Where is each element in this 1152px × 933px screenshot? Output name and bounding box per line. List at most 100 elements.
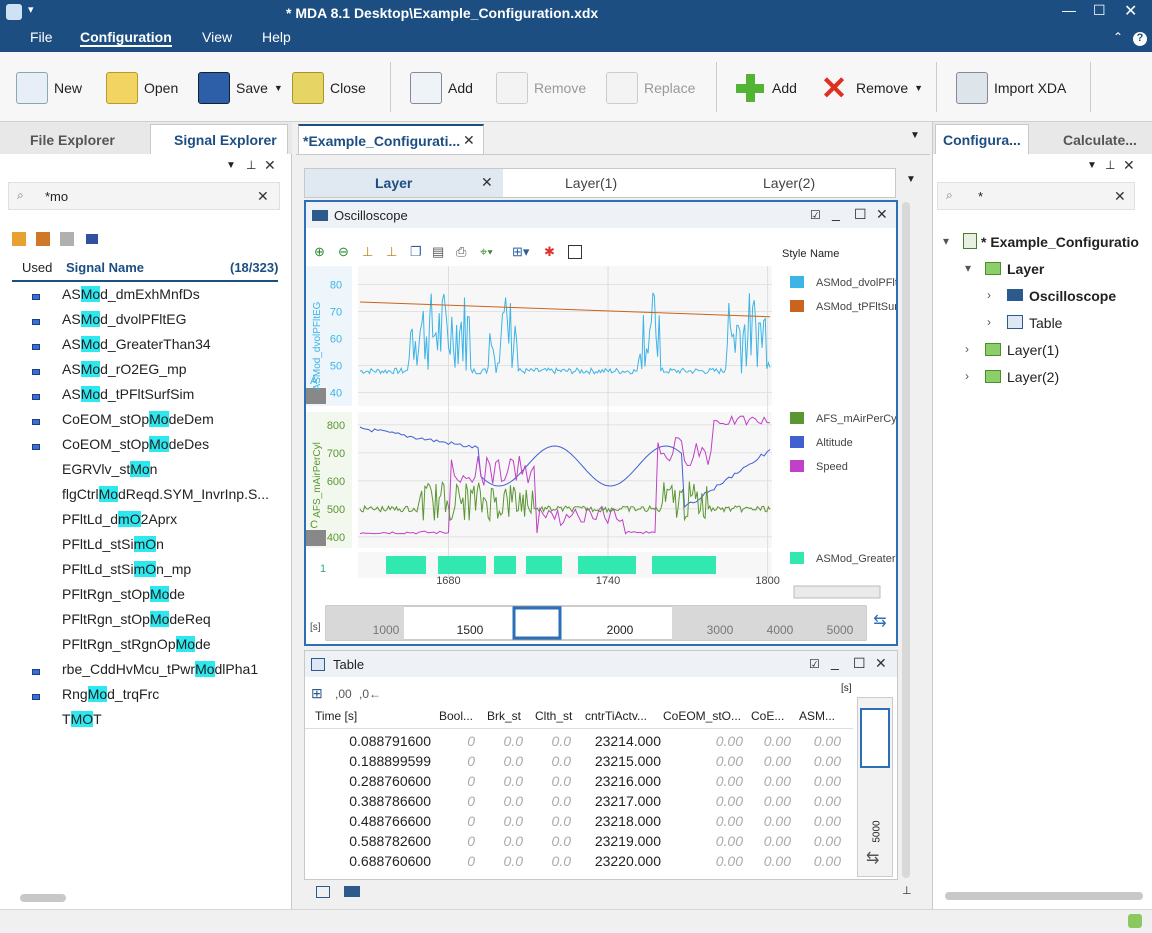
signal-item[interactable]: EGRVlv_stMon [62, 461, 157, 477]
th-clth[interactable]: Clth_st [535, 709, 572, 723]
collapse-icon[interactable]: ▾ [943, 234, 949, 248]
collapse-ribbon-icon[interactable]: ⌃ [1113, 30, 1123, 44]
th-time[interactable]: Time [s] [315, 709, 357, 723]
oscilloscope-plot[interactable]: ACASMod_dvolPFltEGAFS_mAirPerCyl80706050… [306, 266, 896, 646]
collapse-icon[interactable]: ▾ [965, 261, 971, 275]
signal-item[interactable]: PFltRgn_stRgnOpMode [62, 636, 211, 652]
expand-icon[interactable]: › [987, 288, 991, 302]
sync-arrows-icon[interactable]: ⇆ [866, 848, 879, 868]
doc-menu-icon[interactable]: ▼ [910, 130, 920, 141]
search-input[interactable]: *mo [45, 189, 68, 204]
filter-unused-icon[interactable] [36, 232, 50, 246]
layout-icon[interactable]: ⊞▾ [512, 244, 529, 260]
save-button[interactable]: Save ▼ [198, 66, 283, 110]
tree-layer[interactable]: Layer [1007, 261, 1044, 277]
tree-layer2[interactable]: Layer(2) [1007, 369, 1059, 385]
signal-item[interactable]: PFltLd_stSimOn [62, 536, 164, 552]
menu-help[interactable]: Help [262, 29, 291, 45]
cursor-icon[interactable]: ⌖▾ [480, 244, 493, 260]
checklist-icon[interactable]: ☑ [809, 657, 820, 671]
menu-view[interactable]: View [202, 29, 232, 45]
filter-icon[interactable] [60, 232, 74, 246]
copy-icon[interactable]: ❐ [410, 244, 422, 260]
menu-configuration[interactable]: Configuration [80, 29, 172, 47]
tab-signal-explorer[interactable]: Signal Explorer [174, 132, 277, 148]
menu-file[interactable]: File [30, 29, 53, 45]
table-row[interactable]: 0.488766600 0 0.0 0.0 23218.000 0.00 0.00 0.00 [305, 811, 855, 831]
tree-oscilloscope[interactable]: Oscilloscope [1029, 288, 1116, 304]
signal-item[interactable]: PFltRgn_stOpMode [62, 586, 185, 602]
export-icon[interactable]: ▤ [432, 244, 444, 260]
signal-item[interactable]: ASMod_GreaterThan34 [62, 336, 211, 352]
tree-table[interactable]: Table [1029, 315, 1062, 331]
axis-x-icon[interactable]: ⊥ [386, 244, 397, 260]
expand-icon[interactable]: › [965, 369, 969, 383]
settings-gear-icon[interactable]: ✱ [544, 244, 555, 260]
th-coe[interactable]: CoE... [751, 709, 784, 723]
time-slider-thumb[interactable] [860, 708, 890, 768]
quick-access-icon[interactable]: ▾ [28, 3, 34, 16]
signal-item[interactable]: rbe_CddHvMcu_tPwrModlPha1 [62, 661, 258, 677]
add-signal-button[interactable]: Add [734, 66, 797, 110]
horizontal-scrollbar[interactable] [20, 894, 66, 902]
signal-item[interactable]: ASMod_dmExhMnfDs [62, 286, 200, 302]
vertical-scrollbar[interactable] [902, 202, 910, 878]
config-search-box[interactable]: ⌕ * ✕ [937, 182, 1135, 210]
th-asm[interactable]: ASM... [799, 709, 835, 723]
signal-item[interactable]: ASMod_tPFltSurfSim [62, 386, 194, 402]
close-panel-icon[interactable]: ✕ [264, 157, 276, 174]
minimize-icon[interactable]: _ [831, 654, 839, 670]
signal-item[interactable]: flgCtrlModReqd.SYM_InvrInp.S... [62, 486, 269, 502]
horizontal-scrollbar[interactable] [945, 892, 1143, 900]
col-used[interactable]: Used [22, 260, 52, 275]
signal-item[interactable]: TMOT [62, 711, 102, 727]
th-bool[interactable]: Bool... [439, 709, 473, 723]
table-row[interactable]: 0.088791600 0 0.0 0.0 23214.000 0.00 0.00 0.00 [305, 731, 855, 751]
table-row[interactable]: 0.288760600 0 0.0 0.0 23216.000 0.00 0.00 0.00 [305, 771, 855, 791]
doc-tab[interactable]: *Example_Configurati... ✕ [298, 124, 484, 154]
th-cntr[interactable]: cntrTiActv... [585, 709, 647, 723]
table-row[interactable]: 0.188899599 0 0.0 0.0 23215.000 0.00 0.00 0.00 [305, 751, 855, 771]
pin-icon[interactable]: ⊥ [902, 884, 912, 897]
add-table-icon[interactable] [316, 886, 330, 898]
open-button[interactable]: Open [106, 66, 178, 110]
zoom-in-icon[interactable]: ⊕ [314, 244, 325, 260]
remove-layer-button[interactable]: Remove [496, 66, 586, 110]
signal-item[interactable]: ASMod_rO2EG_mp [62, 361, 187, 377]
expand-icon[interactable]: › [965, 342, 969, 356]
signal-item[interactable]: ASMod_dvolPFltEG [62, 311, 187, 327]
panel-menu-icon[interactable]: ▼ [226, 160, 236, 171]
tree-layer1[interactable]: Layer(1) [1007, 342, 1059, 358]
table-row[interactable]: 0.388786600 0 0.0 0.0 23217.000 0.00 0.00 0.00 [305, 791, 855, 811]
add-layer-button[interactable]: Add [410, 66, 473, 110]
pin-icon[interactable]: ⊥ [246, 158, 256, 172]
table-row[interactable]: 0.588782600 0 0.0 0.0 23219.000 0.00 0.00 0.00 [305, 831, 855, 851]
tab-file-explorer[interactable]: File Explorer [30, 132, 115, 148]
tab-calculate[interactable]: Calculate... [1063, 132, 1137, 148]
chart-filter-icon[interactable] [86, 234, 98, 244]
tab-layer1[interactable]: Layer(1) [565, 175, 617, 191]
table-row[interactable]: 0.688760600 0 0.0 0.0 23220.000 0.00 0.00 0.00 [305, 851, 855, 871]
clear-search-icon[interactable]: ✕ [257, 188, 269, 205]
help-icon[interactable]: ? [1133, 32, 1147, 46]
signal-item[interactable]: PFltLd_stSimOn_mp [62, 561, 191, 577]
pin-icon[interactable]: ⊥ [1105, 158, 1115, 172]
close-panel-icon[interactable]: ✕ [1123, 157, 1135, 174]
maximize-icon[interactable]: ☐ [853, 655, 866, 672]
minimize-icon[interactable]: — [1062, 2, 1076, 18]
increase-decimals-icon[interactable]: ,00 [335, 687, 352, 701]
signal-item[interactable]: CoEOM_stOpModeDem [62, 411, 214, 427]
th-coeom[interactable]: CoEOM_stO... [663, 709, 741, 723]
col-signal-name[interactable]: Signal Name [66, 260, 144, 275]
clear-search-icon[interactable]: ✕ [1114, 188, 1126, 205]
add-oscilloscope-icon[interactable] [344, 886, 360, 897]
close-button[interactable]: Close [292, 66, 366, 110]
filter-used-icon[interactable] [12, 232, 26, 246]
new-button[interactable]: New [16, 66, 82, 110]
tab-layer[interactable]: Layer ✕ [305, 169, 503, 197]
zoom-out-icon[interactable]: ⊖ [338, 244, 349, 260]
maximize-icon[interactable]: ☐ [1093, 2, 1106, 19]
maximize-icon[interactable]: ☐ [854, 206, 867, 223]
decrease-decimals-icon[interactable]: ,0← [359, 687, 381, 701]
import-xda-button[interactable]: Import XDA [956, 66, 1066, 110]
